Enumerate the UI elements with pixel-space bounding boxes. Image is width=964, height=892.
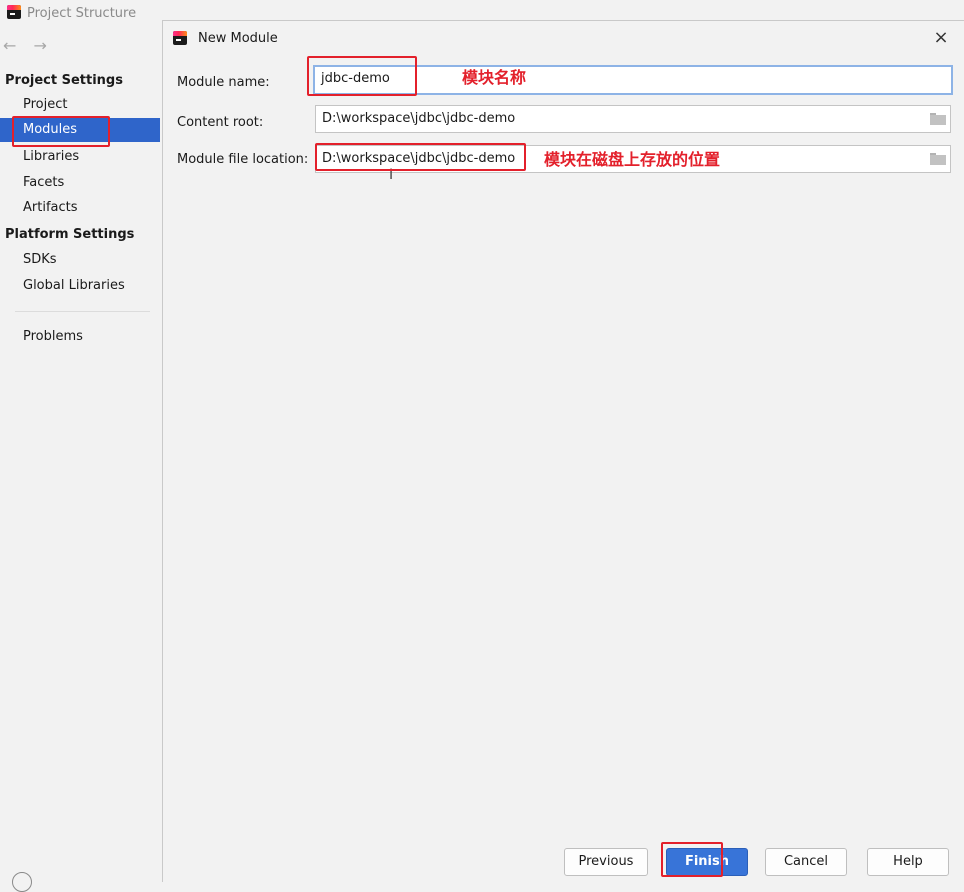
file-location-annotation: 模块在磁盘上存放的位置 bbox=[544, 150, 721, 169]
module-name-input[interactable]: jdbc-demo bbox=[313, 65, 953, 95]
sidebar-divider bbox=[15, 311, 150, 312]
intellij-app-icon bbox=[7, 5, 21, 19]
sidebar-item-artifacts[interactable]: Artifacts bbox=[0, 196, 160, 220]
file-location-browse-folder-icon[interactable] bbox=[930, 153, 946, 165]
sidebar-item-sdks[interactable]: SDKs bbox=[0, 248, 160, 272]
outer-window-title: Project Structure bbox=[27, 6, 137, 21]
intellij-dialog-icon bbox=[173, 31, 187, 45]
sidebar-item-libraries[interactable]: Libraries bbox=[0, 145, 160, 169]
cancel-button[interactable]: Cancel bbox=[765, 848, 847, 876]
help-button[interactable]: Help bbox=[867, 848, 949, 876]
sidebar-item-problems[interactable]: Problems bbox=[0, 325, 160, 349]
sidebar-item-modules[interactable]: Modules bbox=[0, 118, 160, 142]
content-root-browse-folder-icon[interactable] bbox=[930, 113, 946, 125]
project-structure-sidebar: Project Settings Project Modules Librari… bbox=[0, 60, 160, 882]
project-settings-header: Project Settings bbox=[5, 73, 123, 88]
module-name-annotation: 模块名称 bbox=[462, 68, 527, 87]
module-name-label: Module name: bbox=[177, 75, 270, 90]
previous-button[interactable]: Previous bbox=[564, 848, 648, 876]
content-root-label: Content root: bbox=[177, 115, 264, 130]
ibeam-cursor-icon: I bbox=[389, 167, 394, 183]
dialog-title: New Module bbox=[198, 31, 278, 46]
nav-back-forward-arrows[interactable]: ← → bbox=[3, 36, 53, 55]
content-root-input[interactable]: D:\workspace\jdbc\jdbc-demo bbox=[315, 105, 951, 133]
close-icon[interactable]: × bbox=[930, 27, 952, 49]
finish-button[interactable]: Finish bbox=[666, 848, 748, 876]
sidebar-item-project[interactable]: Project bbox=[0, 93, 160, 117]
module-file-location-label: Module file location: bbox=[177, 152, 309, 167]
sidebar-item-facets[interactable]: Facets bbox=[0, 171, 160, 195]
platform-settings-header: Platform Settings bbox=[5, 227, 135, 242]
dialog-titlebar: New Module × bbox=[163, 21, 964, 57]
help-circle-icon[interactable] bbox=[12, 872, 32, 892]
sidebar-item-global-libraries[interactable]: Global Libraries bbox=[0, 274, 160, 298]
